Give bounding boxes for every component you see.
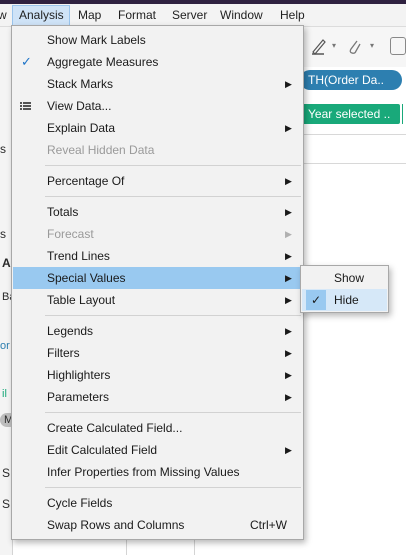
menu-item-percentage-of[interactable]: Percentage Of ▶	[13, 170, 302, 192]
present-icon[interactable]	[390, 37, 406, 55]
menu-item-aggregate-measures[interactable]: ✓ Aggregate Measures	[13, 51, 302, 73]
menu-item-infer-properties[interactable]: Infer Properties from Missing Values	[13, 461, 302, 483]
menu-item-stack-marks[interactable]: Stack Marks ▶	[13, 73, 302, 95]
pen-icon[interactable]	[310, 37, 328, 55]
chevron-right-icon: ▶	[285, 392, 292, 402]
menu-item-table-layout[interactable]: Table Layout ▶	[13, 289, 302, 311]
menu-separator	[45, 315, 301, 316]
menu-map[interactable]: Map	[78, 4, 101, 26]
menu-item-trend-lines[interactable]: Trend Lines ▶	[13, 245, 302, 267]
menu-separator	[45, 165, 301, 166]
chevron-right-icon: ▶	[285, 229, 292, 239]
menu-item-explain-data[interactable]: Explain Data ▶	[13, 117, 302, 139]
divider	[300, 134, 406, 135]
menu-separator	[45, 487, 301, 488]
chevron-right-icon: ▶	[285, 123, 292, 133]
chevron-right-icon: ▶	[285, 207, 292, 217]
menu-item-totals[interactable]: Totals ▶	[13, 201, 302, 223]
menu-item-edit-calculated-field[interactable]: Edit Calculated Field ▶	[13, 439, 302, 461]
menu-item-create-calculated-field[interactable]: Create Calculated Field...	[13, 417, 302, 439]
menu-server[interactable]: Server	[172, 4, 207, 26]
chevron-right-icon: ▶	[285, 348, 292, 358]
menu-item-special-values[interactable]: Special Values ▶	[13, 267, 302, 289]
grid-line	[194, 540, 195, 555]
menu-item-highlighters[interactable]: Highlighters ▶	[13, 364, 302, 386]
menu-item-legends[interactable]: Legends ▶	[13, 320, 302, 342]
checkmark-icon: ✓	[306, 290, 326, 310]
paperclip-icon[interactable]	[346, 37, 362, 55]
chevron-right-icon: ▶	[285, 295, 292, 305]
menu-item-cycle-fields[interactable]: Cycle Fields	[13, 492, 302, 514]
chevron-right-icon: ▶	[285, 251, 292, 261]
menu-separator	[45, 412, 301, 413]
menu-item-reveal-hidden-data: Reveal Hidden Data	[47, 143, 155, 157]
menu-item-filters[interactable]: Filters ▶	[13, 342, 302, 364]
left-fragment: s	[0, 142, 6, 156]
menu-analysis[interactable]: Analysis	[12, 5, 70, 26]
chevron-right-icon: ▶	[285, 79, 292, 89]
chevron-right-icon: ▶	[285, 445, 292, 455]
menu-item-parameters[interactable]: Parameters ▶	[13, 386, 302, 408]
chevron-right-icon: ▶	[285, 326, 292, 336]
chevron-right-icon: ▶	[285, 273, 292, 283]
menu-format[interactable]: Format	[118, 4, 156, 26]
chevron-right-icon: ▶	[285, 176, 292, 186]
menu-item-forecast: Forecast ▶	[13, 223, 302, 245]
left-fragment: s	[0, 227, 6, 241]
filter-pill[interactable]: Year selected ..	[300, 104, 400, 124]
submenu-item-hide[interactable]: ✓ Hide	[302, 289, 387, 311]
menu-item-view-data[interactable]: View Data...	[13, 95, 302, 117]
menu-bar: w Analysis Map Format Server Window Help	[0, 4, 406, 27]
chevron-down-icon[interactable]: ▾	[370, 41, 374, 50]
left-fragment: S	[2, 466, 11, 480]
pill-edge	[402, 104, 403, 124]
columns-pill[interactable]: TH(Order Da..	[300, 70, 402, 90]
menu-view[interactable]: w	[0, 4, 7, 26]
divider	[300, 163, 406, 164]
analysis-menu: Show Mark Labels ✓ Aggregate Measures St…	[11, 25, 304, 540]
left-fragment: S	[2, 497, 11, 511]
shortcut-label: Ctrl+W	[250, 518, 287, 532]
menu-item-show-mark-labels[interactable]: Show Mark Labels	[13, 29, 302, 51]
menu-window[interactable]: Window	[220, 4, 263, 26]
toolbar-area: ▾ ▾	[300, 27, 406, 67]
menu-item-swap-rows-columns[interactable]: Swap Rows and Columns Ctrl+W	[13, 514, 302, 536]
menu-help[interactable]: Help	[280, 4, 305, 26]
left-fragment: or	[0, 340, 10, 352]
view-data-icon	[20, 102, 31, 110]
grid-line	[126, 540, 127, 555]
left-fragment: il	[2, 388, 7, 400]
chevron-right-icon: ▶	[285, 370, 292, 380]
special-values-submenu: Show ✓ Hide	[300, 265, 389, 313]
chevron-down-icon[interactable]: ▾	[332, 41, 336, 50]
menu-separator	[45, 196, 301, 197]
checkmark-icon: ✓	[21, 54, 32, 69]
left-fragment: A	[2, 256, 11, 270]
submenu-item-show[interactable]: Show	[302, 267, 387, 289]
